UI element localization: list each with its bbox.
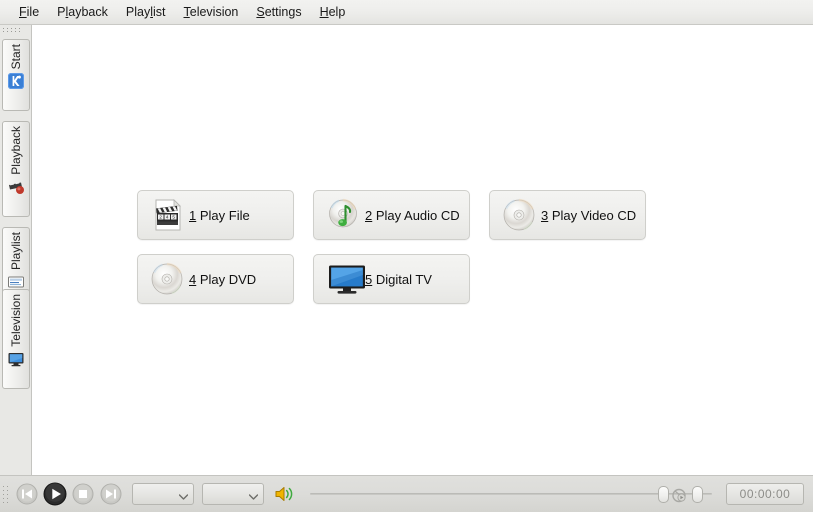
quick-action-grid: 2 4 5 1 Play File 2 Play Audio CD 3 Play… [137, 190, 737, 318]
play-icon [43, 482, 67, 506]
menu-playlist[interactable]: Playlist [117, 3, 175, 21]
toolbar-drag-handle[interactable] [3, 483, 12, 505]
compact-disc-icon [501, 197, 537, 233]
play-video-cd-button[interactable]: 3 Play Video CD [489, 190, 646, 240]
clapperboard-icon [7, 178, 25, 196]
volume-speaker-icon [275, 487, 293, 501]
menu-television[interactable]: Television [175, 3, 248, 21]
skip-forward-icon [100, 483, 122, 505]
seek-track [310, 493, 712, 495]
time-display: 00:00:00 [726, 483, 804, 505]
stop-button[interactable] [70, 481, 96, 507]
audio-cd-icon [325, 197, 361, 233]
menu-help[interactable]: Help [311, 3, 355, 21]
sidebar-tab-start-label: Start [9, 44, 23, 70]
play-file-button[interactable]: 2 4 5 1 Play File [137, 190, 294, 240]
svg-text:2: 2 [159, 215, 162, 220]
sidebar-tab-television-label: Television [9, 294, 23, 347]
sidebar: Start Playback Playlist Television [0, 25, 32, 475]
skip-forward-button[interactable] [98, 481, 124, 507]
digital-tv-button[interactable]: 5 Digital TV [313, 254, 470, 304]
seek-handle-right[interactable] [692, 486, 703, 503]
digital-tv-label: 5 Digital TV [365, 271, 432, 287]
svg-text:4: 4 [166, 215, 169, 220]
chevron-down-icon [178, 491, 189, 500]
volume-control[interactable] [274, 484, 296, 504]
seek-slider[interactable] [304, 482, 718, 506]
stop-icon [72, 483, 94, 505]
start-page: 2 4 5 1 Play File 2 Play Audio CD 3 Play… [33, 25, 813, 475]
sidebar-tab-playback-label: Playback [9, 126, 23, 175]
kde-k-icon [7, 72, 25, 90]
play-dvd-label: 4 Play DVD [189, 271, 257, 287]
menu-settings[interactable]: Settings [247, 3, 310, 21]
play-button[interactable] [42, 481, 68, 507]
player-toolbar: 00:00:00 [0, 475, 813, 512]
play-audio-cd-label: 2 Play Audio CD [365, 207, 460, 223]
skip-backward-button[interactable] [14, 481, 40, 507]
sidebar-drag-handle[interactable] [3, 28, 27, 37]
menu-file[interactable]: File [10, 3, 48, 21]
sidebar-tab-television[interactable]: Television [2, 289, 30, 389]
sidebar-tab-playback[interactable]: Playback [2, 121, 30, 217]
quick-action-row: 2 4 5 1 Play File 2 Play Audio CD 3 Play… [137, 190, 737, 240]
skip-backward-icon [16, 483, 38, 505]
subtitle-combo[interactable] [202, 483, 264, 505]
audio-track-combo[interactable] [132, 483, 194, 505]
television-icon [325, 261, 369, 297]
chevron-down-icon [248, 491, 259, 500]
film-file-icon: 2 4 5 [149, 197, 185, 233]
kaffeine-window: File Playback Playlist Television Settin… [0, 0, 813, 512]
quick-action-row: 4 Play DVD 5 Digital TV [137, 254, 737, 304]
menu-playback[interactable]: Playback [48, 3, 117, 21]
play-dvd-button[interactable]: 4 Play DVD [137, 254, 294, 304]
seek-handle-left[interactable] [658, 486, 669, 503]
compact-disc-icon [149, 261, 185, 297]
monitor-icon [7, 350, 25, 368]
menubar: File Playback Playlist Television Settin… [0, 0, 813, 25]
media-state-icon [672, 487, 688, 503]
play-audio-cd-button[interactable]: 2 Play Audio CD [313, 190, 470, 240]
play-video-cd-label: 3 Play Video CD [541, 207, 637, 223]
sidebar-tab-playlist-label: Playlist [9, 232, 23, 271]
play-file-label: 1 Play File [189, 207, 250, 223]
sidebar-tab-start[interactable]: Start [2, 39, 30, 111]
svg-text:5: 5 [172, 215, 175, 220]
